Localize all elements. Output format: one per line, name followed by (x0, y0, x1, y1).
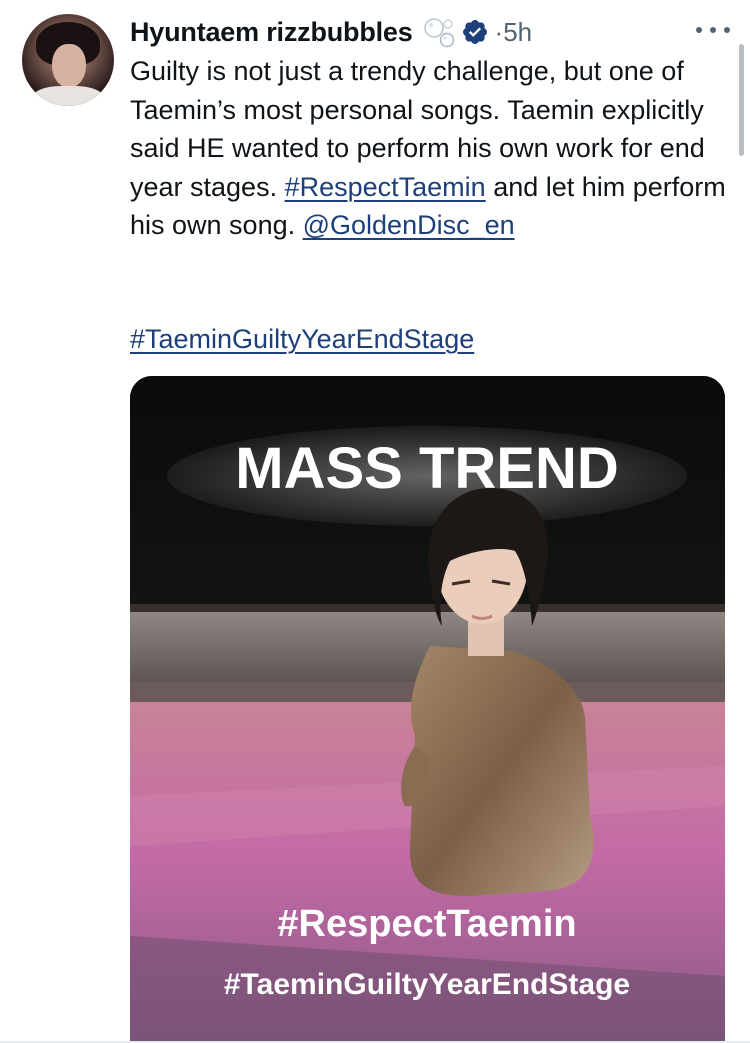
post-time[interactable]: ·5h (495, 17, 533, 48)
verified-badge-icon (461, 18, 489, 46)
post-image[interactable]: MASS TREND #RespectTaemin #TaeminGuiltyY… (130, 376, 725, 1043)
hashtag-link[interactable]: #RespectTaemin (285, 172, 486, 202)
image-tag-line-2: #TaeminGuiltyYearEndStage (224, 968, 630, 1001)
author-name[interactable]: Hyuntaem rizzbubbles (130, 17, 413, 48)
image-headline: MASS TREND (235, 436, 618, 501)
hashtag-link[interactable]: #TaeminGuiltyYearEndStage (130, 324, 474, 354)
post-card[interactable]: Hyuntaem rizzbubbles ·5h Guilty is not j… (0, 0, 750, 1043)
post-header: Hyuntaem rizzbubbles ·5h (130, 8, 730, 56)
mention-link[interactable]: @GoldenDisc_en (303, 210, 515, 240)
image-artwork: MASS TREND #RespectTaemin #TaeminGuiltyY… (130, 376, 725, 1043)
scrollbar[interactable] (739, 44, 744, 156)
hashtag-line: #TaeminGuiltyYearEndStage (130, 320, 474, 358)
post-text: Guilty is not just a trendy challenge, b… (130, 52, 730, 245)
image-tag-line-1: #RespectTaemin (277, 903, 576, 945)
bubbles-icon (423, 16, 457, 48)
more-options-icon[interactable] (696, 18, 730, 42)
author-avatar[interactable] (22, 14, 114, 106)
